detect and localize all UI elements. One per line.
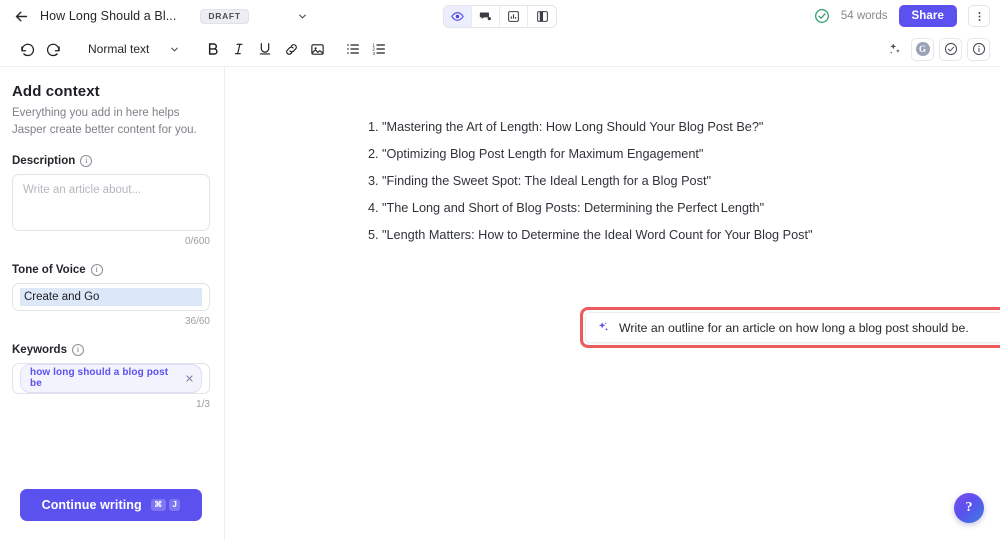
magic-sparkle-icon[interactable]: [883, 38, 906, 61]
tone-of-voice-input[interactable]: Create and Go: [12, 283, 210, 311]
description-field: Description i Write an article about... …: [12, 155, 210, 247]
list-item-text: "Length Matters: How to Determine the Id…: [382, 228, 813, 242]
description-label-row: Description i: [12, 155, 210, 167]
view-mode-switcher: [443, 5, 557, 28]
list-item-text: "Optimizing Blog Post Length for Maximum…: [382, 147, 703, 161]
panel-layout-icon: [536, 10, 549, 23]
tone-of-voice-counter: 36/60: [12, 316, 210, 327]
text-style-dropdown[interactable]: Normal text: [80, 39, 186, 59]
sidebar-footer: Continue writing ⌘ J: [12, 489, 210, 540]
list-item-text: "The Long and Short of Blog Posts: Deter…: [382, 201, 764, 215]
image-icon[interactable]: [304, 36, 330, 62]
list-item-number: 2.: [368, 148, 379, 161]
top-bar: How Long Should a Bl... DRAFT: [0, 0, 1000, 32]
view-btn-analytics[interactable]: [500, 6, 528, 27]
list-item-number: 4.: [368, 202, 379, 215]
italic-button[interactable]: [226, 36, 252, 62]
word-count: 54 words: [841, 10, 888, 22]
keywords-input[interactable]: how long should a blog post be: [12, 363, 210, 394]
info-icon[interactable]: i: [72, 344, 84, 356]
close-icon[interactable]: [185, 374, 194, 383]
tone-of-voice-value: Create and Go: [20, 288, 202, 306]
shortcut-modifier: ⌘: [151, 499, 166, 511]
suggestion-list: 1. "Mastering the Art of Length: How Lon…: [368, 121, 1000, 242]
view-btn-preview[interactable]: [444, 6, 472, 27]
keywords-field: Keywords i how long should a blog post b…: [12, 344, 210, 410]
chevron-down-icon: [297, 11, 308, 22]
redo-icon[interactable]: [40, 36, 66, 62]
share-button[interactable]: Share: [899, 5, 957, 27]
help-button[interactable]: ?: [954, 493, 984, 523]
view-btn-comments[interactable]: [472, 6, 500, 27]
svg-text:3: 3: [373, 51, 376, 56]
document-content[interactable]: 1. "Mastering the Art of Length: How Lon…: [225, 67, 1000, 242]
info-circle-icon[interactable]: [967, 38, 990, 61]
document-editor[interactable]: 1. "Mastering the Art of Length: How Lon…: [225, 67, 1000, 540]
description-counter: 0/600: [12, 236, 210, 247]
context-sidebar: Add context Everything you add in here h…: [0, 67, 225, 540]
ai-prompt-bar[interactable]: Write an outline for an article on how l…: [585, 312, 1000, 343]
grammarly-icon[interactable]: G: [911, 38, 934, 61]
tone-label-row: Tone of Voice i: [12, 264, 210, 276]
keywords-counter: 1/3: [12, 399, 210, 410]
prompt-highlight-annotation: Write an outline for an article on how l…: [580, 307, 1000, 348]
list-item-number: 1.: [368, 121, 379, 134]
sidebar-subtitle: Everything you add in here helps Jasper …: [12, 105, 210, 138]
list-item: 2. "Optimizing Blog Post Length for Maxi…: [368, 148, 1000, 161]
list-item: 3. "Finding the Sweet Spot: The Ideal Le…: [368, 175, 1000, 188]
tone-of-voice-field: Tone of Voice i Create and Go 36/60: [12, 264, 210, 327]
bold-button[interactable]: [200, 36, 226, 62]
eye-icon: [451, 10, 464, 23]
list-item-number: 5.: [368, 229, 379, 242]
arrow-left-icon[interactable]: [12, 7, 30, 25]
keywords-label: Keywords: [12, 344, 67, 356]
underline-button[interactable]: [252, 36, 278, 62]
keyword-chip-label: how long should a blog post be: [30, 367, 179, 389]
status-badge: DRAFT: [200, 9, 248, 24]
list-item-text: "Finding the Sweet Spot: The Ideal Lengt…: [382, 174, 711, 188]
bullet-list-icon[interactable]: [340, 36, 366, 62]
info-icon[interactable]: i: [80, 155, 92, 167]
top-bar-left: How Long Should a Bl... DRAFT: [12, 7, 314, 26]
keywords-label-row: Keywords i: [12, 344, 210, 356]
sparkle-icon: [597, 321, 610, 334]
tone-of-voice-label: Tone of Voice: [12, 264, 86, 276]
top-bar-right: 54 words Share: [814, 5, 990, 27]
numbered-list-icon[interactable]: 123: [366, 36, 392, 62]
page-title: How Long Should a Bl...: [40, 9, 176, 23]
prompt-input[interactable]: Write an outline for an article on how l…: [619, 321, 1000, 335]
continue-writing-label: Continue writing: [42, 498, 142, 512]
kebab-menu-icon[interactable]: [968, 5, 990, 27]
list-item-text: "Mastering the Art of Length: How Long S…: [382, 120, 763, 134]
format-toolbar-right: G: [883, 38, 990, 61]
shortcut-key: J: [169, 499, 181, 511]
sidebar-title: Add context: [12, 83, 210, 100]
list-item: 1. "Mastering the Art of Length: How Lon…: [368, 121, 1000, 134]
list-item: 5. "Length Matters: How to Determine the…: [368, 229, 1000, 242]
jasper-editor-app: How Long Should a Bl... DRAFT: [0, 0, 1000, 540]
text-style-label: Normal text: [88, 42, 149, 56]
check-circle-icon: [814, 8, 830, 24]
undo-icon[interactable]: [14, 36, 40, 62]
list-item: 4. "The Long and Short of Blog Posts: De…: [368, 202, 1000, 215]
description-label: Description: [12, 155, 75, 167]
info-icon[interactable]: i: [91, 264, 103, 276]
grammarly-glyph: G: [916, 42, 930, 56]
check-circle-icon[interactable]: [939, 38, 962, 61]
format-toolbar: Normal text 123: [0, 32, 1000, 67]
description-input[interactable]: Write an article about...: [12, 174, 210, 231]
chart-icon: [507, 10, 520, 23]
list-item-number: 3.: [368, 175, 379, 188]
keyword-chip[interactable]: how long should a blog post be: [20, 364, 202, 393]
chevron-down-icon: [169, 44, 180, 55]
link-icon[interactable]: [278, 36, 304, 62]
body: Add context Everything you add in here h…: [0, 67, 1000, 540]
comment-icon: [479, 10, 492, 23]
continue-writing-button[interactable]: Continue writing ⌘ J: [20, 489, 202, 521]
document-status-dropdown[interactable]: DRAFT: [196, 7, 313, 26]
view-btn-split-panel[interactable]: [528, 6, 556, 27]
shortcut-hint: ⌘ J: [151, 499, 181, 511]
